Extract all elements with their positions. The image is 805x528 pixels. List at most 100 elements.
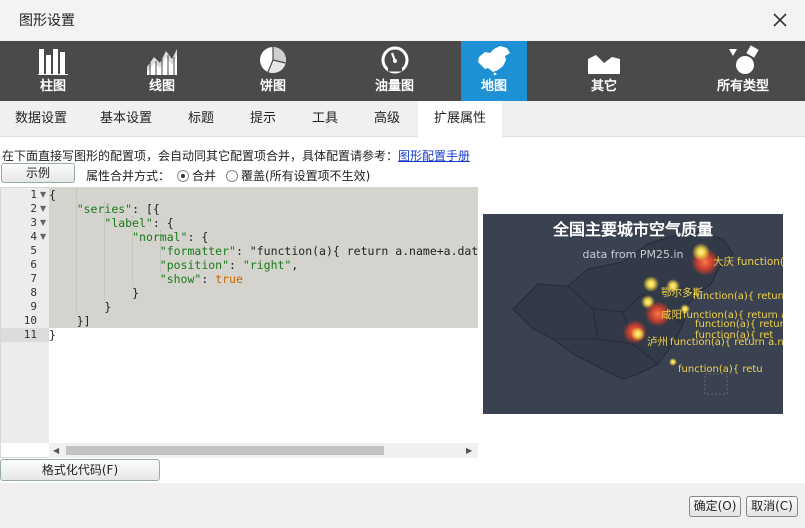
dialog-footer: 确定(O) 取消(C) — [0, 483, 805, 528]
city-point — [692, 243, 710, 261]
line-number: 1 — [30, 188, 37, 201]
line-number: 5 — [30, 244, 37, 257]
cancel-button[interactable]: 取消(C) — [746, 496, 798, 517]
code-line: "formatter": "function(a){ return a.name… — [159, 244, 478, 258]
china-map-preview: 全国主要城市空气质量 data from PM25.in 大庆 function… — [512, 220, 783, 395]
chart-type-label: 饼图 — [259, 79, 286, 94]
china-map-icon — [478, 46, 510, 75]
chart-type-gauge[interactable]: 油量图 — [328, 41, 461, 101]
city-point — [669, 358, 677, 366]
ok-button[interactable]: 确定(O) — [689, 496, 741, 517]
tab-extended-properties[interactable]: 扩展属性 — [418, 101, 502, 137]
tab-title[interactable]: 标题 — [170, 101, 232, 137]
chart-type-label: 线图 — [148, 79, 175, 94]
scroll-left-icon[interactable]: ◀ — [53, 446, 59, 455]
scrollbar-thumb[interactable] — [66, 446, 384, 455]
line-number: 6 — [30, 258, 37, 271]
scroll-right-icon[interactable]: ▶ — [466, 446, 472, 455]
city-point — [643, 276, 659, 292]
chart-type-other[interactable]: 其它 — [527, 41, 681, 101]
dialog-title: 图形设置 — [19, 13, 75, 29]
fold-arrow-icon[interactable]: ▼ — [40, 230, 46, 244]
chart-type-label: 柱图 — [39, 79, 66, 94]
merge-radio[interactable]: 合并 — [177, 167, 216, 184]
city-label: function(a){ return a.n — [693, 291, 783, 302]
line-number: 8 — [30, 286, 37, 299]
line-number: 3 — [30, 216, 37, 229]
chart-type-label: 地图 — [480, 79, 507, 94]
city-label: 大庆 — [713, 255, 734, 268]
line-number: 2 — [30, 202, 37, 215]
fold-arrow-icon[interactable]: ▼ — [40, 216, 46, 230]
fold-arrow-icon[interactable]: ▼ — [40, 188, 46, 202]
shapes-icon — [729, 45, 759, 74]
city-label: function(a){ retu — [678, 364, 763, 375]
line-number: 11 — [23, 328, 37, 341]
city-label: function(a){ return a.n — [695, 319, 783, 330]
line-number: 9 — [30, 300, 37, 313]
line-number: 7 — [30, 272, 37, 285]
title-bar: 图形设置 — [0, 0, 805, 40]
horizontal-scrollbar[interactable]: ◀ ▶ — [49, 443, 478, 458]
code-text-area[interactable]: { "series": [{ "label": { "normal": { "f… — [49, 188, 478, 443]
tab-tools[interactable]: 工具 — [294, 101, 356, 137]
map-subtitle: data from PM25.in — [582, 248, 683, 261]
config-manual-link[interactable]: 图形配置手册 — [398, 149, 470, 163]
code-editor[interactable]: 1 ▼ 2 ▼ 3 ▼ 4 ▼ 5 6 7 8 9 10 11 {"serie… — [0, 187, 478, 458]
close-icon[interactable] — [770, 10, 790, 30]
merge-option-label: 合并 — [192, 169, 217, 183]
tab-data-settings[interactable]: 数据设置 — [0, 101, 82, 137]
code-line: "show": true — [159, 272, 243, 286]
map-preview: 全国主要城市空气质量 data from PM25.in 大庆 function… — [483, 214, 783, 414]
chart-type-label: 所有类型 — [716, 79, 769, 94]
chart-type-label: 油量图 — [374, 79, 414, 94]
override-option-label: 覆盖(所有设置项不生效) — [241, 169, 371, 183]
gauge-icon — [381, 46, 408, 74]
chart-settings-dialog: 图形设置 柱图 线图 饼图 油量图 地图 其它 所有类型 数据设置 基本设置 标… — [0, 0, 805, 528]
chart-type-map[interactable]: 地图 — [461, 41, 527, 101]
code-line: }] — [49, 314, 91, 328]
city-label: 泸州 — [647, 336, 668, 348]
override-radio[interactable]: 覆盖(所有设置项不生效) — [226, 167, 370, 184]
chart-type-bar[interactable]: 柱图 — [0, 41, 106, 101]
tab-advanced[interactable]: 高级 — [356, 101, 418, 137]
pie-chart-icon — [260, 47, 286, 73]
format-code-button[interactable]: 格式化代码(F) — [0, 459, 160, 481]
city-label: function(a){ return a.na — [670, 337, 783, 348]
fold-arrow-icon[interactable]: ▼ — [40, 202, 46, 216]
tab-basic-settings[interactable]: 基本设置 — [82, 101, 170, 137]
bar-chart-icon — [38, 49, 68, 75]
line-number: 10 — [23, 314, 37, 327]
example-button[interactable]: 示例 — [1, 163, 75, 183]
area-shape-icon — [588, 55, 620, 74]
city-label: 咸阳 — [661, 309, 682, 321]
extended-properties-panel: 在下面直接写图形的配置项，会自动同其它配置项合并，具体配置请参考：图形配置手册 … — [0, 137, 805, 483]
chart-type-pie[interactable]: 饼图 — [218, 41, 328, 101]
code-line: } — [49, 300, 112, 314]
line-number: 4 — [30, 230, 37, 243]
settings-tabs: 数据设置 基本设置 标题 提示 工具 高级 扩展属性 — [0, 101, 805, 137]
radio-unselected-icon — [226, 169, 238, 182]
tab-tooltip[interactable]: 提示 — [232, 101, 294, 137]
chart-type-toolbar: 柱图 线图 饼图 油量图 地图 其它 所有类型 — [0, 41, 805, 101]
code-line: } — [49, 286, 140, 300]
chart-type-label: 其它 — [590, 79, 617, 94]
city-label: function(a){ — [737, 256, 783, 268]
code-line: "normal": { — [132, 230, 209, 244]
line-chart-icon — [147, 49, 177, 75]
chart-type-line[interactable]: 线图 — [106, 41, 218, 101]
south-sea-inset — [704, 373, 728, 395]
code-line: { — [49, 188, 56, 202]
city-point — [631, 327, 645, 341]
merge-mode-label: 属性合并方式： — [86, 169, 171, 183]
hint-text: 在下面直接写图形的配置项，会自动同其它配置项合并，具体配置请参考： — [2, 149, 399, 163]
config-hint: 在下面直接写图形的配置项，会自动同其它配置项合并，具体配置请参考：图形配置手册 — [2, 147, 470, 164]
code-line: "label": { — [104, 216, 174, 230]
code-line: "position": "right", — [159, 258, 299, 272]
line-number-gutter: 1 ▼ 2 ▼ 3 ▼ 4 ▼ 5 6 7 8 9 10 11 — [1, 188, 49, 443]
code-line: "series": [{ — [76, 202, 160, 216]
radio-selected-icon — [177, 169, 189, 182]
chart-type-all[interactable]: 所有类型 — [681, 41, 805, 101]
map-title: 全国主要城市空气质量 — [552, 220, 713, 239]
code-line: } — [49, 328, 56, 342]
